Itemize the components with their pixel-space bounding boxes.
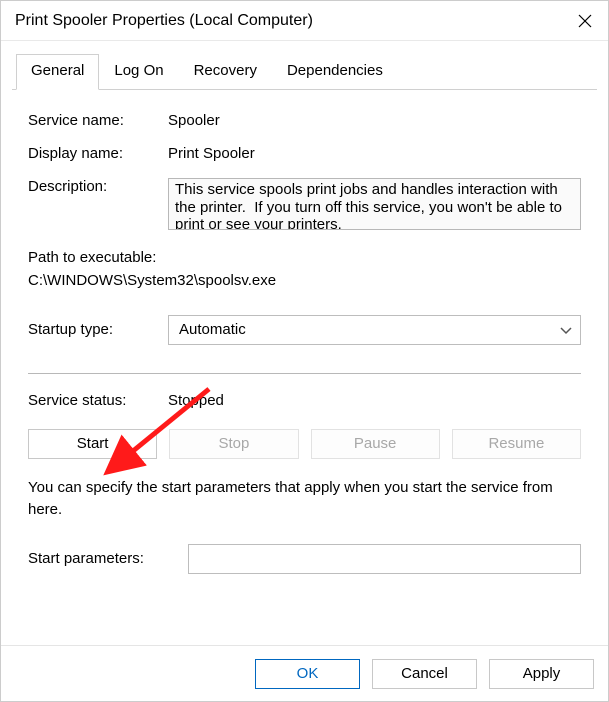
close-icon: [578, 14, 592, 28]
label-description: Description:: [28, 178, 168, 195]
label-path: Path to executable:: [28, 246, 581, 269]
tab-recovery[interactable]: Recovery: [179, 54, 272, 90]
row-description: Description: This service spools print j…: [28, 178, 581, 230]
dialog-content: General Log On Recovery Dependencies Ser…: [1, 41, 608, 596]
resume-button: Resume: [452, 429, 581, 459]
startup-type-select[interactable]: Automatic: [168, 315, 581, 345]
label-display-name: Display name:: [28, 145, 168, 162]
pause-button: Pause: [311, 429, 440, 459]
start-params-note: You can specify the start parameters tha…: [28, 477, 581, 522]
tab-body-general: Service name: Spooler Display name: Prin…: [12, 90, 597, 596]
close-button[interactable]: [562, 1, 608, 41]
label-service-status: Service status:: [28, 392, 168, 409]
row-start-parameters: Start parameters:: [28, 544, 581, 574]
row-service-name: Service name: Spooler: [28, 112, 581, 129]
stop-button: Stop: [169, 429, 298, 459]
tab-dependencies[interactable]: Dependencies: [272, 54, 398, 90]
value-path: C:\WINDOWS\System32\spoolsv.exe: [28, 269, 581, 292]
description-textarea[interactable]: This service spools print jobs and handl…: [168, 178, 581, 230]
label-service-name: Service name:: [28, 112, 168, 129]
label-startup-type: Startup type:: [28, 321, 168, 338]
value-service-name: Spooler: [168, 112, 581, 129]
tab-strip: General Log On Recovery Dependencies: [12, 53, 597, 90]
row-display-name: Display name: Print Spooler: [28, 145, 581, 162]
window-title: Print Spooler Properties (Local Computer…: [15, 12, 562, 30]
tab-logon[interactable]: Log On: [99, 54, 178, 90]
tab-general[interactable]: General: [16, 54, 99, 90]
separator: [28, 373, 581, 374]
path-block: Path to executable: C:\WINDOWS\System32\…: [28, 246, 581, 293]
service-control-buttons: Start Stop Pause Resume: [28, 429, 581, 459]
row-service-status: Service status: Stopped: [28, 392, 581, 409]
row-startup-type: Startup type: Automatic: [28, 315, 581, 345]
label-start-parameters: Start parameters:: [28, 550, 188, 567]
value-display-name: Print Spooler: [168, 145, 581, 162]
start-parameters-input[interactable]: [188, 544, 581, 574]
start-button[interactable]: Start: [28, 429, 157, 459]
apply-button[interactable]: Apply: [489, 659, 594, 689]
ok-button[interactable]: OK: [255, 659, 360, 689]
dialog-button-bar: OK Cancel Apply: [1, 645, 608, 701]
value-service-status: Stopped: [168, 392, 224, 409]
cancel-button[interactable]: Cancel: [372, 659, 477, 689]
chevron-down-icon: [560, 321, 572, 338]
startup-type-value: Automatic: [179, 321, 246, 338]
titlebar: Print Spooler Properties (Local Computer…: [1, 1, 608, 41]
